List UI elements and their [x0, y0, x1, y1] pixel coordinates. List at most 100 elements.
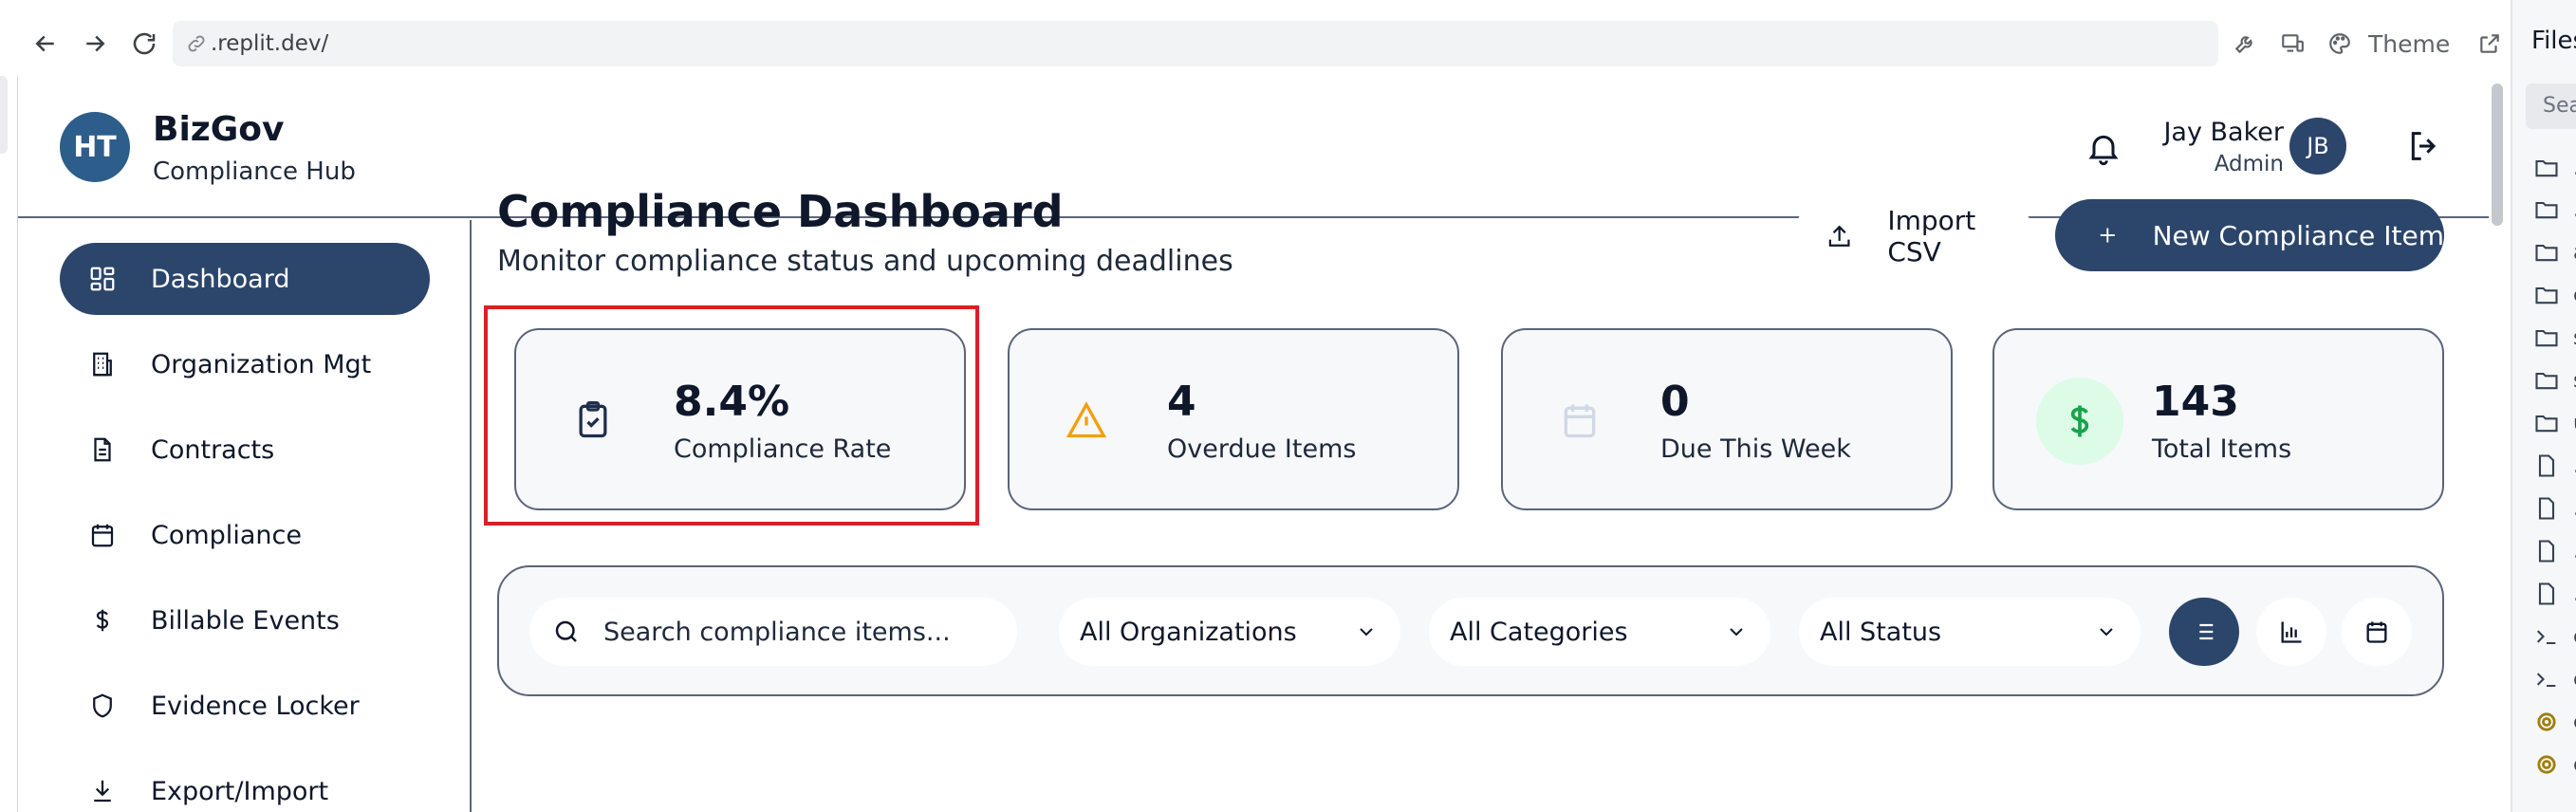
file-row[interactable]: .: [2533, 537, 2576, 565]
stat-label: Overdue Items: [1167, 434, 1357, 464]
sidebar-item-label: Billable Events: [151, 605, 340, 636]
theme-label[interactable]: Theme: [2368, 30, 2450, 58]
file-row[interactable]: s: [2533, 323, 2576, 352]
folder-icon: [2535, 286, 2558, 304]
warning-icon: [1066, 401, 1107, 438]
back-button[interactable]: [21, 19, 70, 68]
folder-icon: [2535, 372, 2558, 390]
card-icon-wrap: [1556, 397, 1603, 444]
file-row[interactable]: .: [2533, 154, 2576, 182]
link-icon: [188, 35, 205, 52]
file-row[interactable]: .: [2533, 580, 2576, 608]
terminal-icon: [2536, 673, 2556, 688]
avatar[interactable]: JB: [2289, 118, 2346, 175]
file-icon: [2538, 454, 2555, 477]
search-icon: [555, 620, 577, 642]
sidebar-item-label: Dashboard: [151, 264, 290, 294]
sidebar-item-evidence-locker[interactable]: Evidence Locker: [60, 670, 430, 742]
sidebar-item-export-import[interactable]: Export/Import: [60, 755, 430, 812]
file-row[interactable]: c: [2533, 708, 2576, 736]
category-select[interactable]: All Categories: [1429, 598, 1770, 666]
search-field[interactable]: [529, 598, 1017, 666]
shield-icon: [93, 693, 112, 718]
highlight-box: [484, 305, 979, 526]
stat-card-due-this-week[interactable]: 0 Due This Week: [1501, 328, 1953, 510]
sidebar-item-billable-events[interactable]: Billable Events: [60, 584, 430, 656]
download-icon: [94, 780, 111, 803]
file-row[interactable]: .: [2533, 195, 2576, 224]
theme-button[interactable]: [2323, 27, 2357, 61]
file-icon: [2538, 497, 2555, 520]
palette-icon: [2329, 33, 2350, 54]
search-input[interactable]: [603, 617, 1002, 647]
folder-icon: [2535, 244, 2558, 262]
sidebar-item-compliance[interactable]: Compliance: [60, 499, 430, 571]
sidebar-item-organization[interactable]: Organization Mgt: [60, 328, 430, 400]
file-row[interactable]: a: [2533, 238, 2576, 267]
devices-icon: [2282, 34, 2304, 52]
sidebar-item-dashboard[interactable]: Dashboard: [60, 243, 430, 315]
forward-button[interactable]: [70, 19, 120, 68]
calendar-icon: [91, 524, 114, 547]
stat-label: Total Items: [2152, 434, 2292, 464]
sidebar-item-contracts[interactable]: Contracts: [60, 414, 430, 486]
file-icon: [2538, 582, 2555, 605]
brand-name: BizGov: [153, 110, 285, 149]
stat-value: 0: [1660, 378, 1690, 426]
calendar-view-button[interactable]: [2342, 598, 2412, 666]
page-subtitle: Monitor compliance status and upcoming d…: [497, 245, 1233, 278]
bar-chart-icon: [2281, 621, 2302, 643]
card-icon-wrap: [2036, 378, 2123, 465]
panel-edge-tab: [0, 76, 8, 154]
file-row[interactable]: u: [2533, 409, 2576, 437]
bell-icon[interactable]: [2085, 129, 2122, 167]
chart-view-button[interactable]: [2256, 598, 2326, 666]
url-text: .replit.dev/: [211, 31, 329, 56]
user-role: Admin: [2214, 152, 2284, 176]
status-select[interactable]: All Status: [1799, 598, 2140, 666]
file-panel-title: Files: [2531, 27, 2576, 55]
terminal-icon: [2536, 630, 2556, 645]
file-row[interactable]: c: [2533, 281, 2576, 309]
open-external-button[interactable]: [2473, 27, 2507, 61]
building-icon: [93, 352, 112, 377]
file-row[interactable]: c: [2533, 750, 2576, 779]
arrow-left-icon: [35, 35, 54, 52]
scrollbar-thumb[interactable]: [2492, 83, 2503, 226]
config-icon: [2537, 755, 2556, 774]
import-csv-button[interactable]: Import CSV: [1793, 201, 2034, 271]
file-row[interactable]: c: [2533, 622, 2576, 651]
organization-select-value: All Organizations: [1080, 617, 1297, 647]
devtools-button[interactable]: [2228, 27, 2262, 61]
user-name: Jay Baker: [2163, 118, 2284, 147]
file-search-input[interactable]: Search: [2526, 83, 2576, 129]
new-compliance-item-button[interactable]: New Compliance Item: [2055, 199, 2444, 271]
file-row[interactable]: .: [2533, 494, 2576, 523]
stat-card-total-items[interactable]: 143 Total Items: [1992, 328, 2444, 510]
card-icon-wrap: [1063, 397, 1110, 444]
reload-button[interactable]: [120, 19, 169, 68]
file-row[interactable]: c: [2533, 665, 2576, 693]
sidebar-item-label: Compliance: [151, 520, 302, 550]
list-icon: [2195, 623, 2214, 640]
file-row[interactable]: .: [2533, 452, 2576, 480]
file-row[interactable]: s: [2533, 366, 2576, 395]
file-icon: [2538, 540, 2555, 563]
file-panel: Files Search . . a c s s u . . . . c c c…: [2511, 0, 2576, 812]
chevron-down-icon: [2100, 628, 2113, 637]
arrow-right-icon: [86, 35, 105, 52]
address-bar[interactable]: .replit.dev/: [173, 21, 2218, 66]
dashboard-icon: [90, 267, 115, 291]
stat-card-overdue[interactable]: 4 Overdue Items: [1008, 328, 1459, 510]
logo[interactable]: HT: [60, 112, 130, 182]
devices-button[interactable]: [2275, 27, 2309, 61]
folder-icon: [2535, 201, 2558, 219]
list-view-button[interactable]: [2169, 598, 2239, 666]
logout-icon[interactable]: [2405, 127, 2443, 165]
organization-select[interactable]: All Organizations: [1059, 598, 1400, 666]
browser-toolbar: .replit.dev/ Theme: [0, 0, 2511, 76]
folder-icon: [2535, 329, 2558, 347]
stat-value: 143: [2152, 378, 2239, 426]
plus-icon: [2100, 228, 2115, 243]
stat-value: 4: [1167, 378, 1196, 426]
